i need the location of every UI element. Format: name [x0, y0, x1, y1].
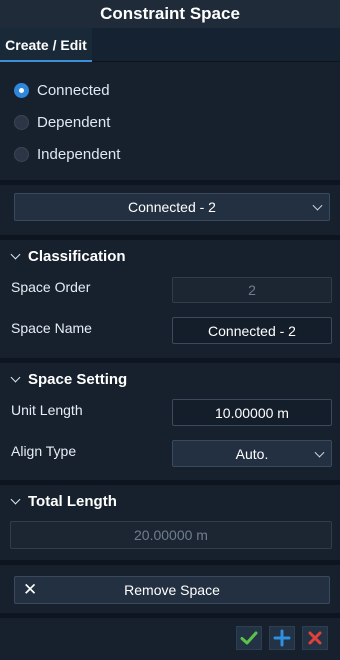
space-type-section: Connected Dependent Independent: [0, 62, 340, 180]
plus-icon: [273, 629, 291, 647]
radio-dependent[interactable]: Dependent: [14, 112, 110, 132]
chevron-down-icon: [10, 372, 21, 382]
space-order-field: 2: [172, 277, 332, 303]
radio-dependent-indicator[interactable]: [14, 114, 29, 130]
align-type-dropdown[interactable]: Auto.: [172, 440, 332, 467]
total-length-header[interactable]: Total Length: [10, 491, 117, 511]
radio-connected-label: Connected: [37, 81, 110, 99]
close-icon: [308, 631, 322, 645]
chevron-down-icon: [312, 200, 323, 211]
radio-connected[interactable]: Connected: [14, 80, 110, 100]
unit-length-label: Unit Length: [11, 402, 83, 418]
footer-toolbar: [0, 618, 340, 660]
cancel-button[interactable]: [302, 626, 328, 650]
classification-title: Classification: [28, 247, 126, 265]
chevron-down-icon: [10, 249, 21, 259]
align-type-value: Auto.: [235, 445, 269, 462]
space-setting-header[interactable]: Space Setting: [10, 369, 127, 389]
space-select-dropdown[interactable]: Connected - 2: [14, 193, 330, 221]
radio-dependent-label: Dependent: [37, 113, 111, 131]
space-setting-title: Space Setting: [28, 370, 128, 388]
space-name-input[interactable]: Connected - 2: [172, 317, 332, 344]
confirm-button[interactable]: [236, 626, 262, 650]
tab-create-edit-label: Create / Edit: [5, 37, 87, 53]
chevron-down-icon: [10, 494, 21, 504]
check-icon: [240, 631, 258, 645]
classification-section: Classification Space Order 2 Space Name …: [0, 240, 340, 358]
space-select-section: Connected - 2: [0, 185, 340, 235]
total-length-section: Total Length 20.00000 m: [0, 485, 340, 560]
unit-length-input[interactable]: 10.00000 m: [172, 399, 332, 426]
space-order-label: Space Order: [11, 279, 91, 295]
tab-bar: Create / Edit: [0, 28, 340, 62]
space-setting-section: Space Setting Unit Length 10.00000 m Ali…: [0, 363, 340, 480]
radio-independent[interactable]: Independent: [14, 144, 120, 164]
remove-space-button[interactable]: ✕ Remove Space: [14, 576, 330, 604]
space-name-label: Space Name: [11, 320, 92, 336]
radio-independent-label: Independent: [37, 145, 121, 163]
radio-connected-indicator[interactable]: [14, 82, 29, 98]
close-icon: ✕: [23, 580, 38, 599]
tab-create-edit[interactable]: Create / Edit: [0, 28, 92, 62]
classification-header[interactable]: Classification: [10, 246, 126, 266]
radio-independent-indicator[interactable]: [14, 146, 29, 162]
window-title: Constraint Space: [0, 0, 340, 28]
total-length-title: Total Length: [28, 492, 117, 510]
total-length-field: 20.00000 m: [10, 521, 332, 549]
remove-space-label: Remove Space: [124, 582, 220, 598]
add-button[interactable]: [269, 626, 295, 650]
space-select-value: Connected - 2: [128, 199, 216, 215]
align-type-label: Align Type: [11, 443, 77, 459]
chevron-down-icon: [314, 447, 325, 458]
